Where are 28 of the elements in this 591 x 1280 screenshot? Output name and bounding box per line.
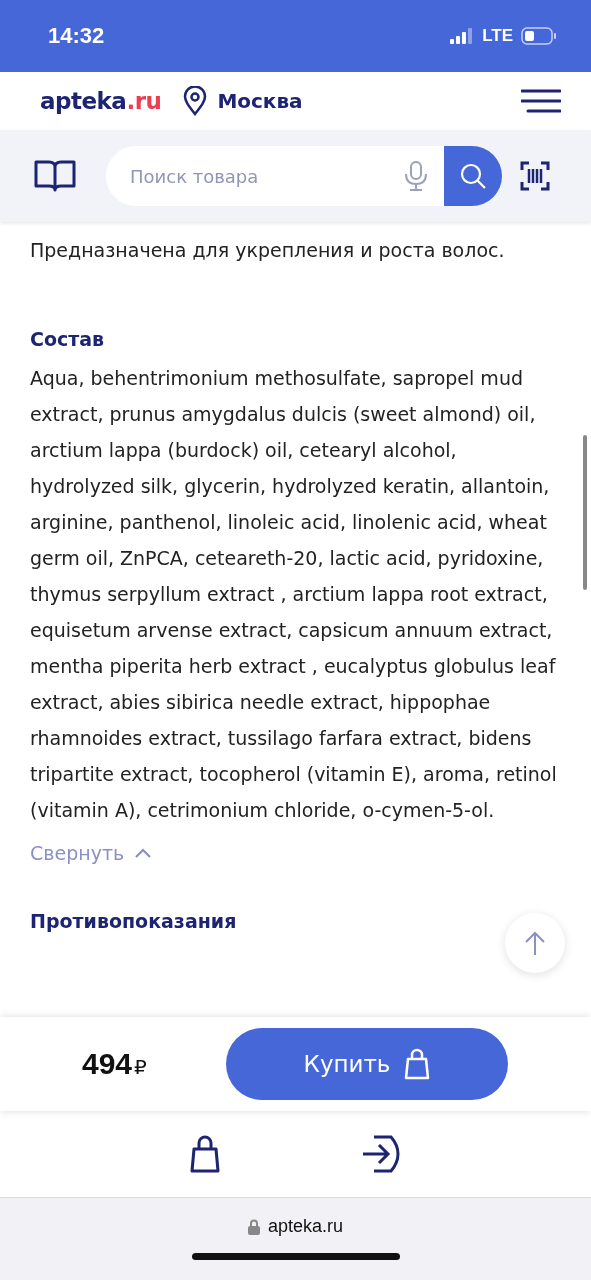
search-button[interactable] bbox=[444, 146, 502, 206]
scroll-up-button[interactable] bbox=[505, 913, 565, 973]
lock-icon bbox=[247, 1218, 260, 1235]
microphone-icon[interactable] bbox=[404, 161, 428, 191]
composition-text: Aqua, behentrimonium methosulfate, sapropel mud extract, prunus amygdalus dulcis (sweet almond) oil, arctium lappa (burdock) oil, cetearyl alcohol, hydrolyzed silk, glycerin, hydrolyzed keratin, allantoin, arginine, panthenol, linoleic acid, linolenic acid, wheat germ oil, ZnPCA, ceteareth-20, lactic acid, pyridoxine, thymus serpyllum extract , arctium lappa root extract, equisetum arvense extract, capsicum annuum extract, mentha piperita herb extract , eucalyptus globulus leaf extract, abies sibirica needle extract, hippophae rhamnoides extract, tussilago farfara extract, bidens tripartite extract, tocopherol (vitamin E), aroma, retinol (vitamin A), cetrimonium chloride, o-cymen-5-ol. bbox=[30, 366, 558, 823]
battery-icon bbox=[521, 27, 557, 45]
section-title: Противопоказания bbox=[30, 910, 238, 932]
description-text: Предназначена для укрепления и роста волос. bbox=[30, 238, 506, 263]
search-field[interactable]: Поиск товара bbox=[106, 146, 444, 206]
barcode-scan-icon[interactable] bbox=[520, 161, 550, 191]
signal-icon bbox=[450, 28, 475, 44]
city-selector[interactable]: Москва bbox=[217, 89, 303, 113]
price: 494₽ bbox=[82, 1047, 148, 1081]
section-title: Состав bbox=[30, 328, 106, 350]
logo[interactable]: apteka.ru bbox=[40, 88, 162, 114]
cart-button[interactable] bbox=[190, 1135, 221, 1173]
network-label: LTE bbox=[482, 26, 513, 46]
chevron-up-icon bbox=[134, 847, 153, 859]
arrow-up-icon bbox=[524, 930, 546, 956]
buy-button[interactable]: Купить bbox=[226, 1028, 508, 1100]
login-button[interactable] bbox=[360, 1135, 401, 1173]
location-pin-icon bbox=[183, 86, 208, 116]
menu-icon[interactable] bbox=[521, 89, 561, 113]
bag-icon bbox=[404, 1048, 431, 1080]
status-time: 14:32 bbox=[48, 23, 105, 49]
search-icon bbox=[459, 162, 487, 190]
url-text[interactable]: apteka.ru bbox=[267, 1216, 344, 1237]
book-icon[interactable] bbox=[34, 160, 76, 192]
